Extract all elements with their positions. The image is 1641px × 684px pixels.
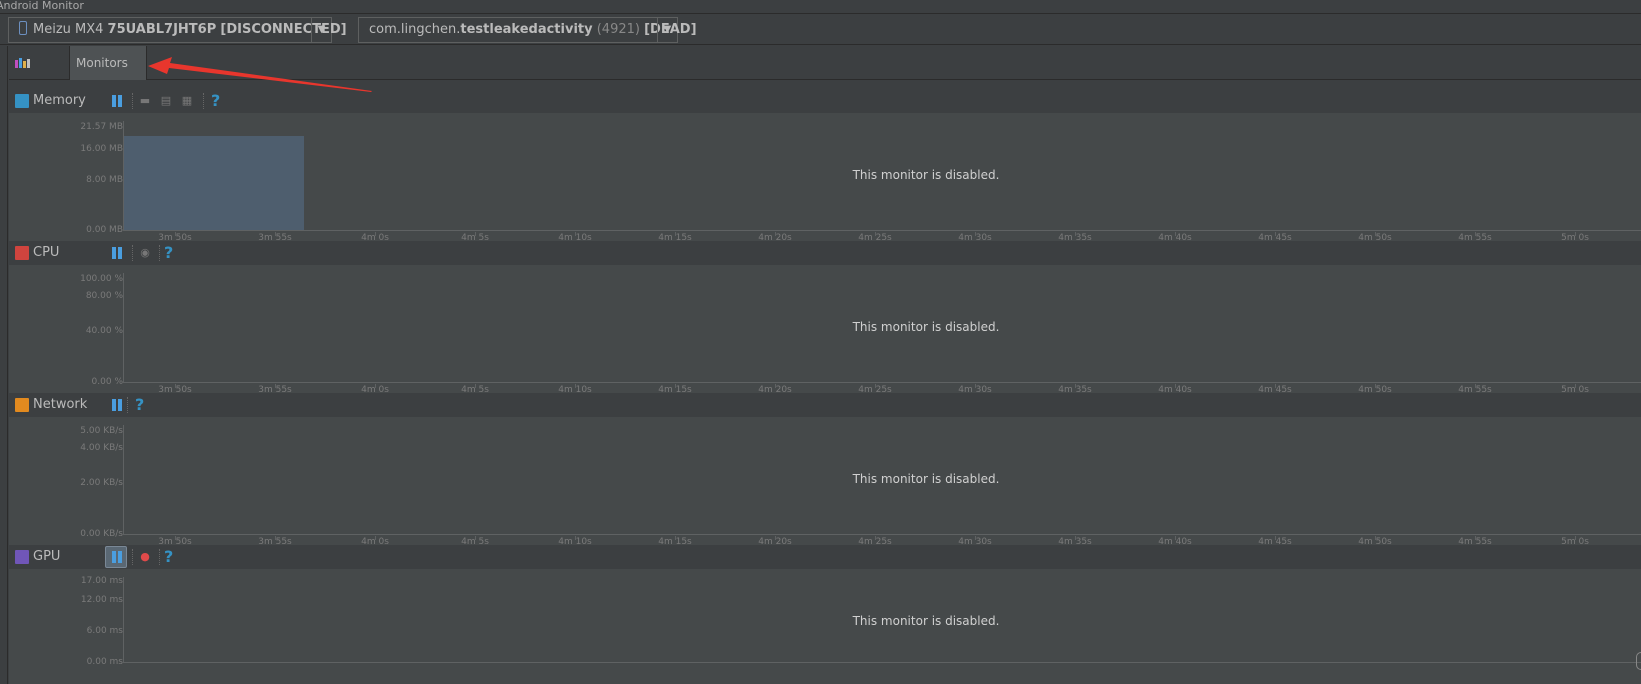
logcat-icon	[15, 58, 30, 68]
y-tick-label: 16.00 MB	[80, 144, 123, 154]
toolbar-separator	[132, 245, 133, 261]
y-axis-labels: 100.00 % 80.00 % 40.00 % 0.00 %	[9, 265, 123, 393]
monitor-disabled-message: This monitor is disabled.	[852, 614, 1000, 628]
y-tick-label: 40.00 %	[85, 326, 123, 336]
device-serial: 75UABL7JHT6P	[107, 22, 217, 37]
toolbar-separator	[132, 93, 133, 109]
y-tick-label: 0.00 ms	[86, 657, 123, 667]
monitor-header: Memory ▬ ▤ ▦?	[9, 89, 1641, 113]
y-axis	[123, 425, 124, 534]
cpu-record-icon[interactable]: ◉	[138, 246, 152, 260]
y-tick-label: 5.00 KB/s	[80, 426, 123, 436]
monitor-title: Network	[33, 397, 88, 412]
toolbar-separator	[203, 93, 204, 109]
process-pid: (4921)	[596, 22, 640, 37]
process-name: testleakedactivity	[460, 22, 593, 37]
gc-icon[interactable]: ▬	[138, 94, 152, 108]
toolbar-separator	[127, 397, 128, 413]
phone-icon	[19, 21, 27, 35]
cpu-icon	[15, 246, 29, 260]
monitor-header: GPU ●?	[9, 545, 1641, 569]
device-selector[interactable]: Meizu MX4 75UABL7JHT6P [DISCONNECTED] ▼	[8, 17, 347, 43]
y-axis-labels: 5.00 KB/s 4.00 KB/s 2.00 KB/s 0.00 KB/s	[9, 417, 123, 545]
tab-label: Monitors	[76, 56, 128, 70]
y-axis-labels: 17.00 ms 12.00 ms 6.00 ms 0.00 ms	[9, 569, 123, 684]
help-icon[interactable]: ?	[164, 242, 173, 264]
window-title: Android Monitor	[0, 0, 84, 12]
device-toolbar: Meizu MX4 75UABL7JHT6P [DISCONNECTED] ▼ …	[0, 15, 1641, 45]
memory-usage-area	[124, 136, 304, 230]
network-icon	[15, 398, 29, 412]
pause-button[interactable]	[109, 397, 125, 413]
y-axis	[123, 577, 124, 662]
process-package-prefix: com.lingchen.	[369, 22, 461, 37]
x-axis	[123, 382, 1641, 383]
y-tick-label: 21.57 MB	[80, 122, 123, 132]
y-axis-labels: 21.57 MB 16.00 MB 8.00 MB 0.00 MB	[9, 113, 123, 241]
monitor-panel-network: Network? 5.00 KB/s 4.00 KB/s 2.00 KB/s 0.00 …	[9, 393, 1641, 547]
y-tick-label: 12.00 ms	[80, 595, 123, 605]
pause-button[interactable]	[109, 93, 125, 109]
x-axis	[123, 230, 1641, 231]
x-axis	[123, 662, 1641, 663]
x-axis	[123, 534, 1641, 535]
monitor-title: Memory	[33, 93, 86, 108]
y-tick-label: 6.00 ms	[86, 626, 123, 636]
window-titlebar: Android Monitor	[0, 0, 1641, 14]
monitor-disabled-message: This monitor is disabled.	[852, 472, 1000, 486]
y-tick-label: 2.00 KB/s	[80, 478, 123, 488]
chevron-down-icon[interactable]: ▼	[657, 18, 677, 42]
monitor-panel-gpu: GPU ●? 17.00 ms 12.00 ms 6.00 ms 0.00 ms This …	[9, 545, 1641, 684]
y-tick-label: 0.00 MB	[86, 225, 123, 235]
pause-button[interactable]	[105, 546, 127, 568]
monitor-panel-memory: Memory ▬ ▤ ▦? 21.57 MB 16.00 MB 8.00 MB 0.00 MB…	[9, 89, 1641, 243]
left-tool-strip	[0, 46, 8, 684]
monitor-title: GPU	[33, 549, 61, 564]
toolbar-separator	[159, 245, 160, 261]
chevron-down-icon[interactable]: ▼	[311, 18, 331, 42]
process-selector[interactable]: com.lingchen.testleakedactivity (4921) […	[358, 17, 697, 43]
monitor-disabled-message: This monitor is disabled.	[852, 320, 1000, 334]
monitor-chart: 5.00 KB/s 4.00 KB/s 2.00 KB/s 0.00 KB/s 3m 5…	[9, 417, 1641, 547]
monitor-panel-cpu: CPU ◉? 100.00 % 80.00 % 40.00 % 0.00 % 3m 50s 3…	[9, 241, 1641, 395]
corner-handle	[1636, 652, 1641, 670]
monitor-chart: 21.57 MB 16.00 MB 8.00 MB 0.00 MB 3m 50s 3m 5…	[9, 113, 1641, 243]
memory-icon	[15, 94, 29, 108]
gpu-icon	[15, 550, 29, 564]
pause-button[interactable]	[109, 245, 125, 261]
help-icon[interactable]: ?	[164, 546, 173, 568]
allocation-tracker-icon[interactable]: ▦	[180, 94, 194, 108]
help-icon[interactable]: ?	[135, 394, 144, 416]
dump-heap-icon[interactable]: ▤	[159, 94, 173, 108]
monitor-disabled-message: This monitor is disabled.	[852, 168, 1000, 182]
y-tick-label: 4.00 KB/s	[80, 443, 123, 453]
monitor-tabs: logcat Monitors →*	[9, 46, 1641, 104]
y-axis	[123, 273, 124, 382]
monitor-chart: 17.00 ms 12.00 ms 6.00 ms 0.00 ms This monit…	[9, 569, 1641, 684]
monitor-header: Network?	[9, 393, 1641, 417]
tab-logcat[interactable]: logcat	[9, 46, 69, 104]
y-tick-label: 0.00 %	[91, 377, 123, 387]
monitor-chart: 100.00 % 80.00 % 40.00 % 0.00 % 3m 50s 3m 55s…	[9, 265, 1641, 395]
y-tick-label: 80.00 %	[85, 291, 123, 301]
toolbar-separator	[132, 549, 133, 565]
device-name: Meizu MX4	[33, 22, 108, 37]
y-tick-label: 17.00 ms	[80, 576, 123, 586]
gpu-record-icon[interactable]: ●	[138, 550, 152, 564]
toolbar-separator	[159, 549, 160, 565]
monitor-header: CPU ◉?	[9, 241, 1641, 265]
y-tick-label: 8.00 MB	[86, 175, 123, 185]
y-axis	[123, 121, 124, 230]
y-tick-label: 100.00 %	[80, 274, 123, 284]
y-tick-label: 0.00 KB/s	[80, 529, 123, 539]
monitor-title: CPU	[33, 245, 60, 260]
help-icon[interactable]: ?	[211, 90, 220, 112]
tab-monitors[interactable]: Monitors →*	[69, 46, 147, 104]
